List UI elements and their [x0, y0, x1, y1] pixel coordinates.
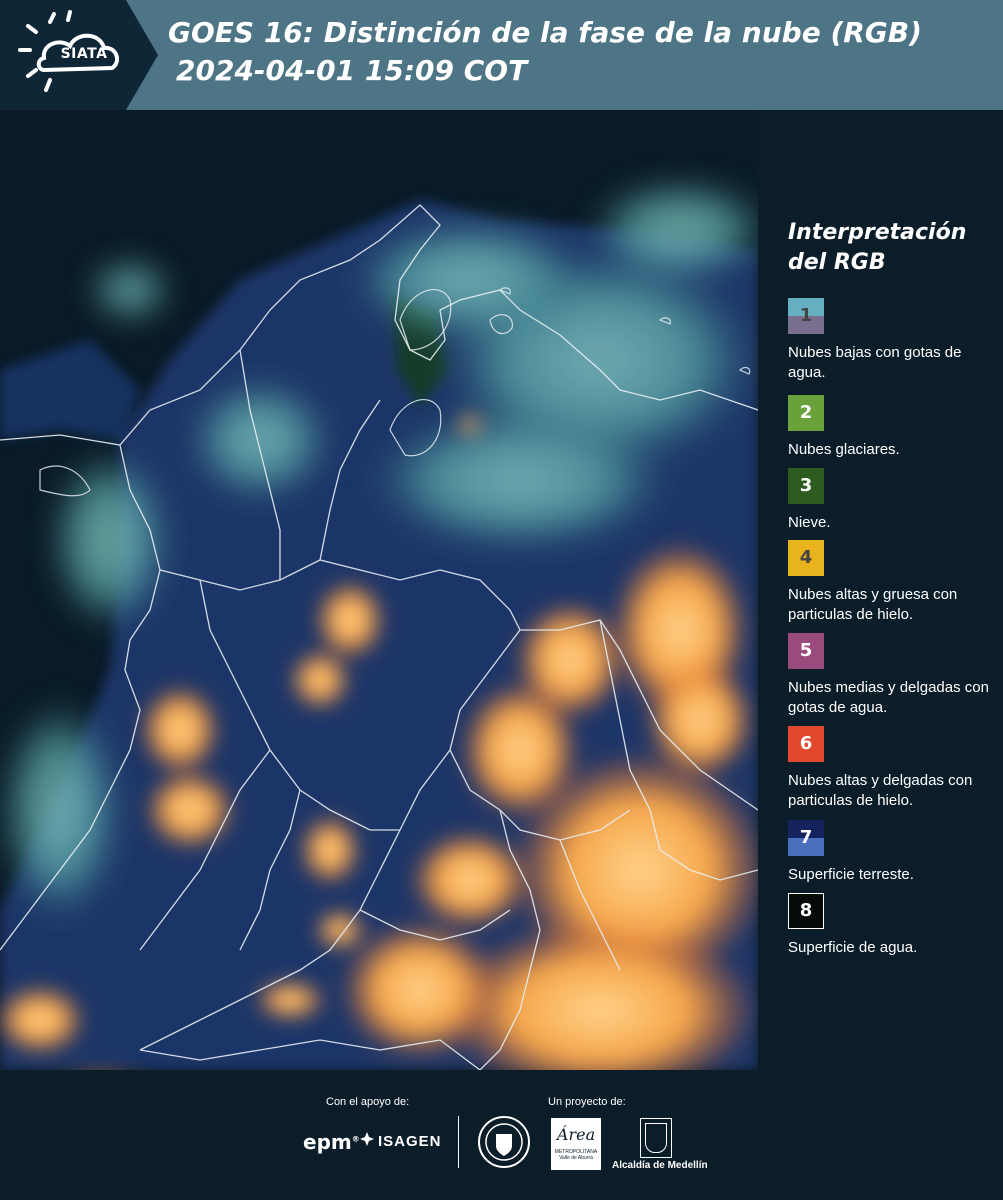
support-label: Con el apoyo de:: [326, 1096, 410, 1108]
legend-item: 5 Nubes medias y delgadas con gotas de a…: [788, 633, 998, 718]
legend-number: 2: [799, 402, 813, 423]
legend-item: 1 Nubes bajas con gotas de agua.: [788, 298, 998, 383]
legend-label: Nubes altas y gruesa con particulas de h…: [788, 586, 958, 623]
legend-item: 4 Nubes altas y gruesa con particulas de…: [788, 540, 998, 625]
legend-swatch: 2: [788, 395, 824, 431]
legend-number: 5: [799, 640, 813, 661]
epm-logo-text: epm: [303, 1130, 352, 1154]
legend-item: 3 Nieve.: [788, 468, 998, 533]
legend-title: Interpretación del RGB: [788, 218, 998, 278]
legend-swatch: 4: [788, 540, 824, 576]
legend-swatch: 1: [788, 298, 824, 334]
area-logo-text: Área: [556, 1125, 596, 1144]
legend-number: 1: [799, 305, 813, 326]
page-title: GOES 16: Distinción de la fase de la nub…: [168, 14, 988, 90]
area-metropolitana-logo: Área METROPOLITANA Valle de Aburrá: [551, 1118, 601, 1170]
legend-number: 3: [799, 475, 813, 496]
footer-divider: [458, 1116, 459, 1168]
project-label: Un proyecto de:: [548, 1096, 626, 1108]
satellite-map: [0, 110, 758, 1070]
legend-swatch: 7: [788, 820, 824, 856]
legend-title-line-1: Interpretación: [788, 220, 967, 245]
legend-item: 8 Superficie de agua.: [788, 893, 998, 958]
isagen-logo: ISAGEN: [360, 1132, 442, 1150]
legend-number: 7: [799, 827, 813, 848]
legend-title-line-2: del RGB: [788, 250, 886, 275]
legend-label: Nubes altas y delgadas con particulas de…: [788, 772, 973, 809]
legend-swatch: 6: [788, 726, 824, 762]
isagen-logo-text: ISAGEN: [378, 1133, 442, 1150]
epm-registered-mark: ®: [351, 1134, 360, 1144]
legend-label: Superficie terreste.: [788, 866, 914, 883]
title-line-1: GOES 16: Distinción de la fase de la nub…: [168, 16, 922, 49]
legend-label: Nubes glaciares.: [788, 441, 900, 458]
legend-panel: Interpretación del RGB 1 Nubes bajas con…: [760, 110, 1003, 1070]
legend-number: 8: [799, 900, 813, 921]
legend-swatch: 3: [788, 468, 824, 504]
header: SIATA GOES 16: Distinción de la fase de …: [0, 0, 1003, 110]
footer: Con el apoyo de: Un proyecto de: epm® IS…: [0, 1070, 1003, 1200]
legend-item: 7 Superficie terreste.: [788, 820, 998, 885]
legend-swatch: 8: [788, 893, 824, 929]
legend-label: Nieve.: [788, 514, 831, 531]
legend-item: 6 Nubes altas y delgadas con particulas …: [788, 726, 998, 811]
legend-swatch: 5: [788, 633, 824, 669]
legend-label: Nubes bajas con gotas de agua.: [788, 344, 962, 381]
isagen-mark-icon: [360, 1132, 374, 1150]
legend-label: Nubes medias y delgadas con gotas de agu…: [788, 679, 989, 716]
siata-logo-text: SIATA: [60, 46, 108, 62]
title-line-2: 2024-04-01 15:09 COT: [176, 54, 528, 87]
medellin-label: Alcaldía de Medellín: [612, 1160, 708, 1171]
medellin-crest-icon: [640, 1118, 672, 1158]
epm-logo: epm®: [303, 1130, 360, 1154]
antioquia-seal-icon: [478, 1116, 530, 1168]
legend-number: 6: [799, 733, 813, 754]
legend-item: 2 Nubes glaciares.: [788, 395, 998, 460]
legend-label: Superficie de agua.: [788, 939, 918, 956]
legend-number: 4: [799, 547, 813, 568]
area-logo-subtext: METROPOLITANA Valle de Aburrá: [554, 1149, 598, 1161]
siata-logo: SIATA: [0, 0, 158, 110]
